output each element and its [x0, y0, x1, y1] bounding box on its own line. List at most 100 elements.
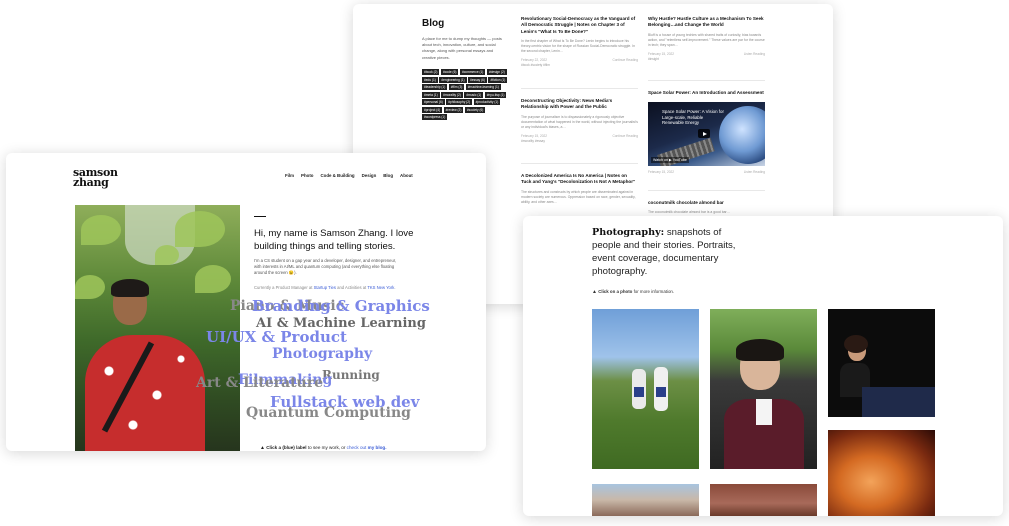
- blog-tag[interactable]: #nyu-tisp (1): [484, 91, 507, 98]
- blog-post-date: February 15, 2022: [648, 170, 675, 175]
- cta-text: to see my work, or: [306, 445, 347, 450]
- blog-tag-list: #book (2) #code (6) #commerce (1) #design (…: [422, 69, 508, 120]
- blog-tag[interactable]: #wordpress (1): [422, 114, 448, 120]
- home-page-card: samson zhang Film Photo Code & Building D…: [6, 153, 486, 451]
- photo-runners[interactable]: [592, 309, 699, 469]
- main-nav: Film Photo Code & Building Design Blog A…: [285, 173, 413, 178]
- blog-post-title[interactable]: Deconstructing Objectivity: News Media's…: [521, 98, 638, 111]
- cursor-icon: ▲: [592, 289, 597, 295]
- current-role-mid: and Activities at: [335, 285, 368, 290]
- skill-uiux-product[interactable]: UI/UX & Product: [206, 330, 347, 345]
- blog-post-title[interactable]: A Decolonized America Is No America | No…: [521, 173, 638, 186]
- skill-quantum-computing: Quantum Computing: [246, 405, 411, 421]
- blog-tag[interactable]: #fiction (1): [488, 76, 508, 83]
- blog-title: Blog: [422, 18, 445, 29]
- blog-tag[interactable]: #code (6): [440, 69, 459, 75]
- blog-post-excerpt: The structures and constructs by which p…: [521, 189, 636, 204]
- cursor-icon: ▲: [260, 445, 265, 451]
- blog-post-excerpt: The purpose of journalism is to dispassi…: [521, 114, 638, 129]
- divider: [648, 80, 765, 81]
- continue-reading-link[interactable]: Continue Reading: [612, 134, 638, 138]
- photo-hint-bold: Click on a photo: [598, 289, 633, 294]
- continue-reading-link[interactable]: Listen Reading: [744, 52, 765, 56]
- photo-canyon[interactable]: [828, 430, 935, 516]
- nav-photo[interactable]: Photo: [301, 173, 313, 178]
- blog-post-excerpt: The coconutmilk chocolate almond bar is …: [648, 210, 730, 215]
- earth-image: [719, 106, 765, 165]
- blog-tag[interactable]: #leadership (1): [422, 84, 448, 90]
- blog-post-title[interactable]: Revolutionary Social-Democracy as the Va…: [521, 16, 638, 35]
- youtube-video-embed[interactable]: Space Solar Power: A Vision for Large-sc…: [648, 102, 765, 167]
- watch-on-youtube-button[interactable]: Watch on ▶ YouTube: [651, 157, 689, 164]
- blog-tag[interactable]: #productivity (1): [473, 99, 501, 105]
- blog-post-date: February 22, 2022: [521, 58, 548, 63]
- blog-description: A place for me to dump my thoughts — pos…: [422, 36, 502, 60]
- divider: [521, 88, 638, 89]
- blog-post[interactable]: Space Solar Power: An Introduction and A…: [648, 90, 765, 174]
- blog-post-tags[interactable]: #insight: [648, 57, 765, 61]
- photo-graduate[interactable]: [710, 309, 817, 469]
- nav-design[interactable]: Design: [362, 173, 377, 178]
- intro-heading: Hi, my name is Samson Zhang. I love buil…: [254, 228, 414, 252]
- continue-reading-link[interactable]: Listen Reading: [744, 170, 765, 174]
- blog-post-excerpt: In the first chapter of What Is To Be Do…: [521, 39, 636, 54]
- blog-tag[interactable]: #book (2): [422, 69, 440, 75]
- blog-post-title[interactable]: Why Hustle? Hustle Culture as a Mechanis…: [648, 16, 765, 29]
- current-role-suffix: .: [394, 285, 396, 290]
- skill-photography[interactable]: Photography: [272, 347, 372, 361]
- blog-tag[interactable]: #morality (2): [441, 91, 463, 98]
- tks-link[interactable]: TKS New York: [367, 285, 394, 290]
- blog-post-date: February 15, 2022: [648, 51, 675, 56]
- photo-hint-text: for more information.: [632, 289, 675, 294]
- play-icon[interactable]: [698, 129, 710, 139]
- blog-post-title[interactable]: coconutmilk chocolate almond bar: [648, 200, 765, 206]
- bio-text: I'm a CS student on a gap year and a dev…: [254, 258, 397, 275]
- blog-tag[interactable]: #commerce (1): [459, 69, 486, 75]
- photo-building[interactable]: [710, 484, 817, 516]
- blog-post[interactable]: coconutmilk chocolate almond bar The coc…: [648, 200, 765, 215]
- photography-heading-label: Photography:: [592, 227, 665, 238]
- blog-post[interactable]: A Decolonized America Is No America | No…: [521, 173, 638, 205]
- startup-ties-link[interactable]: Startup Ties: [314, 285, 336, 290]
- current-role-prefix: Currently a Product Manager at: [254, 285, 314, 290]
- nav-code-building[interactable]: Code & Building: [320, 173, 354, 178]
- blog-tag[interactable]: #film (3): [448, 84, 465, 90]
- nav-film[interactable]: Film: [285, 173, 294, 178]
- logo-line: zhang: [73, 176, 109, 189]
- blog-tag[interactable]: #machine-learning (1): [465, 84, 501, 90]
- blog-post[interactable]: Revolutionary Social-Democracy as the Va…: [521, 16, 638, 67]
- skill-art-literature: Art & Literature: [196, 375, 324, 391]
- site-logo[interactable]: samson zhang: [73, 167, 118, 189]
- blog-post-tags[interactable]: #morality #essay: [521, 139, 638, 143]
- call-to-action: ▲ Click a (blue) label to see my work, o…: [260, 445, 387, 451]
- video-title: Space Solar Power: A Vision for Large-sc…: [662, 109, 724, 126]
- photo-speaker[interactable]: [828, 309, 935, 417]
- blog-tag[interactable]: #edu (1): [422, 76, 438, 83]
- photo-click-hint: ▲ Click on a photo for more information.: [592, 289, 674, 295]
- continue-reading-link[interactable]: Continue Reading: [612, 58, 638, 62]
- blog-tag[interactable]: #philosophy (2): [446, 99, 473, 105]
- blog-post-title[interactable]: Space Solar Power: An Introduction and A…: [648, 90, 765, 96]
- blog-post[interactable]: Deconstructing Objectivity: News Media's…: [521, 98, 638, 143]
- divider: [521, 163, 638, 164]
- blog-tag[interactable]: #personal (6): [422, 99, 445, 105]
- my-blog-link[interactable]: my blog.: [368, 445, 387, 450]
- blog-tag[interactable]: #essay (6): [468, 76, 487, 83]
- intro-divider: [254, 216, 266, 218]
- current-role: Currently a Product Manager at Startup T…: [254, 285, 424, 290]
- photo-street[interactable]: [592, 484, 699, 516]
- nav-blog[interactable]: Blog: [383, 173, 393, 178]
- nav-about[interactable]: About: [400, 173, 413, 178]
- blog-tag[interactable]: #project (4): [422, 106, 443, 113]
- cta-plain[interactable]: check out: [347, 445, 368, 450]
- blog-tag[interactable]: #engineering (1): [439, 76, 467, 83]
- blog-tag[interactable]: #meta (1): [422, 91, 440, 98]
- blog-tag[interactable]: #music (1): [464, 91, 484, 98]
- skill-branding-graphics[interactable]: Branding & Graphics: [252, 299, 430, 314]
- blog-post[interactable]: Why Hustle? Hustle Culture as a Mechanis…: [648, 16, 765, 61]
- blog-post-tags[interactable]: #book #society #film: [521, 63, 638, 67]
- blog-post-excerpt: Bluff is a house of young techies with s…: [648, 32, 765, 47]
- blog-tag[interactable]: #society (6): [464, 106, 486, 113]
- blog-tag[interactable]: #design (2): [486, 69, 507, 75]
- blog-tag[interactable]: #review (2): [443, 106, 464, 113]
